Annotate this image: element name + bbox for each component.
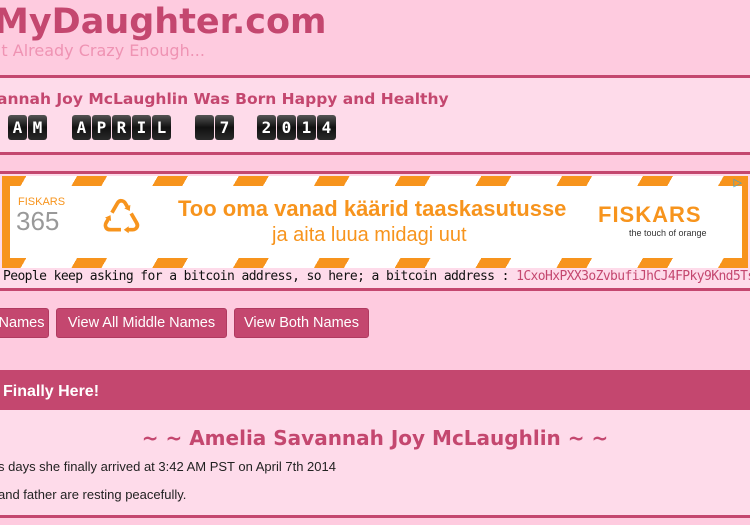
- date-tiles-ampm: AM: [8, 115, 47, 140]
- tile: 0: [277, 115, 296, 140]
- post-line: s days she finally arrived at 3:42 AM PS…: [0, 459, 336, 474]
- birth-heading: annah Joy McLaughlin Was Born Happy and …: [0, 90, 449, 108]
- fiskars-logo: FISKARS: [598, 202, 702, 227]
- adchoices-icon[interactable]: ▷: [734, 176, 742, 189]
- site-tagline: 't Already Crazy Enough...: [0, 41, 205, 60]
- date-tiles-month: APRIL: [72, 115, 171, 140]
- site-title[interactable]: MyDaughter.com: [0, 2, 327, 42]
- tile: 7: [215, 115, 234, 140]
- date-tiles-day: 7: [195, 115, 234, 140]
- advertisement-banner[interactable]: FISKARS 365 ♺ Too oma vanad käärid taask…: [2, 176, 748, 268]
- bitcoin-note: People keep asking for a bitcoin address…: [3, 269, 750, 284]
- ad-subline: ja aita luua midagi uut: [272, 224, 467, 246]
- tile: 1: [297, 115, 316, 140]
- tile: I: [132, 115, 151, 140]
- post-line: and father are resting peacefully.: [0, 487, 187, 502]
- baby-name-heading: ~ ~ Amelia Savannah Joy McLaughlin ~ ~: [141, 426, 609, 450]
- bitcoin-text: People keep asking for a bitcoin address…: [3, 269, 517, 284]
- view-all-names-button[interactable]: Names: [0, 308, 49, 338]
- ad-slogan: the touch of orange: [629, 228, 707, 238]
- tile: 4: [317, 115, 336, 140]
- recycle-scissors-icon: ♺: [100, 190, 144, 246]
- date-tiles-year: 2014: [257, 115, 336, 140]
- view-all-middle-names-button[interactable]: View All Middle Names: [56, 308, 227, 338]
- tile: R: [112, 115, 131, 140]
- post-banner: Finally Here!: [0, 370, 750, 410]
- tile: M: [28, 115, 47, 140]
- tile: P: [92, 115, 111, 140]
- tile: A: [8, 115, 27, 140]
- tile: 2: [257, 115, 276, 140]
- fiskars-365-number: 365: [16, 206, 60, 236]
- tile: [195, 115, 214, 140]
- bitcoin-address[interactable]: 1CxoHxPXX3oZvbufiJhCJ4FPky9Knd5TsR: [516, 269, 750, 284]
- ad-headline: Too oma vanad käärid taaskasutusse: [178, 196, 567, 221]
- view-both-names-button[interactable]: View Both Names: [234, 308, 369, 338]
- tile: L: [152, 115, 171, 140]
- tile: A: [72, 115, 91, 140]
